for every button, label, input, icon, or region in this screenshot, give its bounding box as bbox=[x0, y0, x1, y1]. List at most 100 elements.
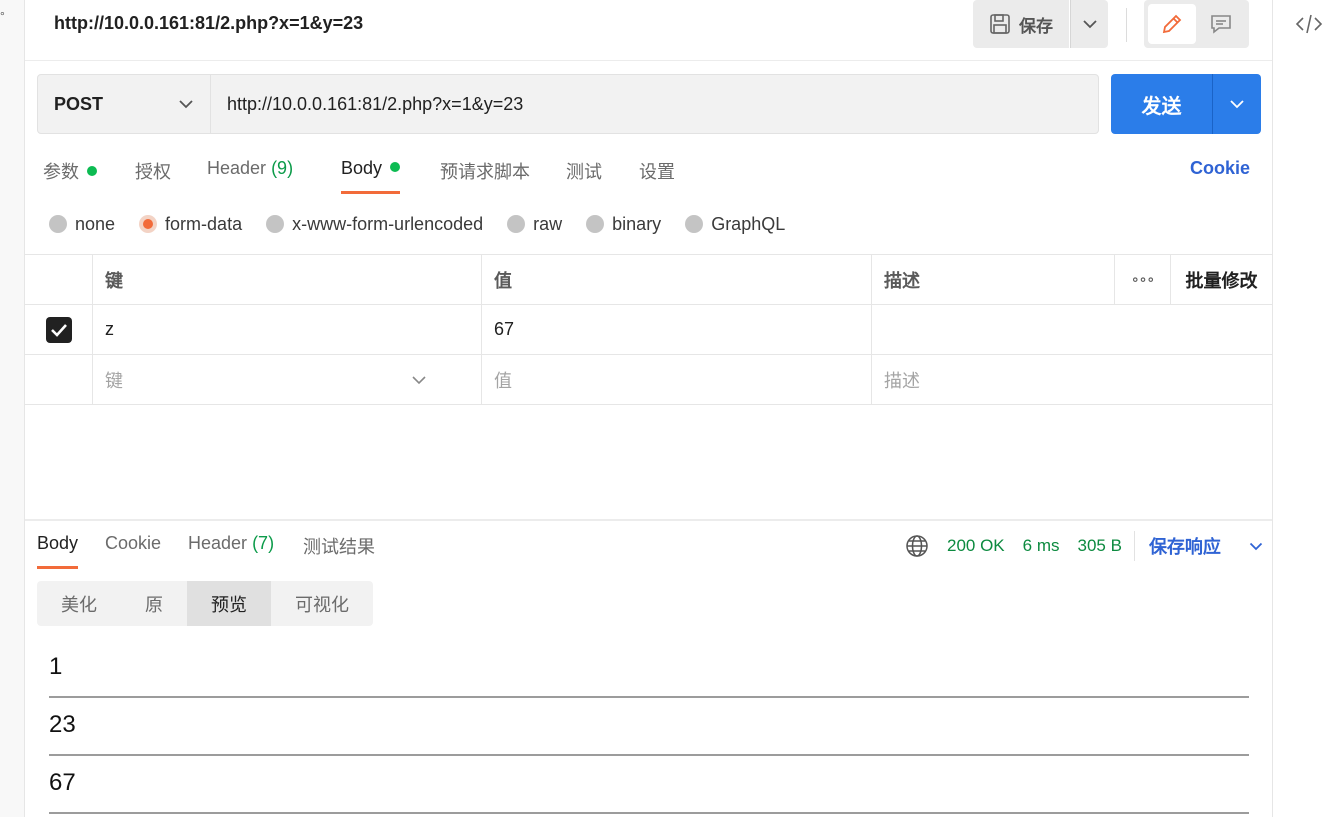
view-mode-preview[interactable]: 预览 bbox=[187, 581, 271, 626]
comment-mode-button[interactable] bbox=[1198, 4, 1246, 44]
edit-mode-button[interactable] bbox=[1148, 4, 1196, 44]
view-mode-pretty[interactable]: 美化 bbox=[37, 581, 121, 626]
pencil-icon bbox=[1162, 14, 1182, 34]
tab-settings[interactable]: 设置 bbox=[639, 158, 675, 194]
radio-label: binary bbox=[612, 213, 662, 234]
request-tab-header: http://10.0.0.161:81/2.php?x=1&y=23 保存 bbox=[25, 0, 1272, 61]
bulk-edit-button[interactable]: 批量修改 bbox=[1171, 255, 1272, 304]
chevron-down-icon bbox=[1082, 20, 1097, 29]
response-tab-header[interactable]: Header (7) bbox=[188, 533, 274, 569]
tab-body[interactable]: Body bbox=[341, 158, 401, 194]
response-pane-resizer[interactable] bbox=[25, 519, 1272, 521]
radio-graphql[interactable]: GraphQL bbox=[685, 214, 785, 235]
table-row: z 67 bbox=[25, 305, 1272, 355]
new-description-input[interactable]: 描述 bbox=[872, 355, 1272, 404]
tab-header[interactable]: Header (9) bbox=[207, 158, 293, 194]
row-key-value: z bbox=[105, 319, 114, 339]
request-line: POST bbox=[37, 74, 1099, 134]
radio-circle-checked bbox=[139, 215, 158, 233]
row-value-cell[interactable]: 67 bbox=[482, 305, 872, 354]
new-value-input[interactable]: 值 bbox=[482, 355, 872, 404]
radio-label: form-data bbox=[165, 213, 243, 234]
radio-circle bbox=[685, 215, 704, 233]
status-code[interactable]: 200 OK bbox=[947, 536, 1005, 556]
radio-form-data[interactable]: form-data bbox=[139, 214, 242, 235]
response-meta: 200 OK 6 ms 305 B 保存响应 bbox=[905, 530, 1263, 562]
response-preview: 1 23 67 bbox=[49, 640, 1249, 814]
row-checkbox[interactable] bbox=[45, 316, 72, 343]
chevron-down-icon bbox=[179, 100, 193, 109]
radio-label: none bbox=[75, 213, 116, 234]
code-icon[interactable] bbox=[1295, 11, 1323, 37]
request-tabs: 参数 授权 Header (9) Body 预请求脚本 测试 设置 Cookie bbox=[25, 150, 1272, 194]
response-view-modes: 美化 原 预览 可视化 bbox=[37, 581, 373, 626]
response-tab-test-results[interactable]: 测试结果 bbox=[303, 533, 375, 569]
sidebar-dot-icon: ° bbox=[0, 9, 5, 23]
tab-params[interactable]: 参数 bbox=[43, 158, 97, 194]
view-mode-raw[interactable]: 原 bbox=[121, 581, 187, 626]
save-options-button[interactable] bbox=[1070, 0, 1108, 48]
tab-auth[interactable]: 授权 bbox=[135, 158, 171, 194]
save-button-label: 保存 bbox=[1019, 16, 1053, 36]
request-tab-title[interactable]: http://10.0.0.161:81/2.php?x=1&y=23 bbox=[54, 13, 363, 34]
tab-header-label: Header bbox=[207, 158, 267, 178]
more-options-button[interactable]: ∘∘∘ bbox=[1115, 255, 1171, 304]
preview-text: 23 bbox=[49, 711, 76, 738]
row-key-cell[interactable]: z bbox=[93, 305, 482, 354]
floppy-disk-icon bbox=[990, 14, 1010, 34]
preview-line: 67 bbox=[49, 756, 1249, 814]
send-button-group: 发送 bbox=[1111, 74, 1261, 134]
more-options-label: ∘∘∘ bbox=[1130, 271, 1155, 287]
method-label: POST bbox=[54, 93, 104, 114]
header-key: 键 bbox=[93, 255, 482, 304]
radio-circle bbox=[266, 215, 285, 233]
save-button[interactable]: 保存 bbox=[973, 0, 1069, 48]
save-response-button[interactable]: 保存响应 bbox=[1149, 533, 1263, 559]
row-description-cell[interactable] bbox=[872, 305, 1272, 354]
method-select[interactable]: POST bbox=[38, 75, 211, 133]
table-header-row: 键 值 描述 ∘∘∘ 批量修改 bbox=[25, 255, 1272, 305]
radio-label: GraphQL bbox=[711, 213, 786, 234]
save-button-group: 保存 bbox=[973, 0, 1108, 48]
row-check-cell bbox=[25, 305, 93, 354]
send-options-button[interactable] bbox=[1212, 74, 1261, 134]
row-check-cell bbox=[25, 355, 93, 404]
globe-icon[interactable] bbox=[905, 534, 929, 558]
response-tab-header-label: Header bbox=[188, 533, 248, 553]
radio-raw[interactable]: raw bbox=[507, 214, 562, 235]
chevron-down-icon bbox=[1230, 100, 1244, 109]
chevron-down-icon bbox=[1249, 542, 1263, 550]
body-indicator-dot bbox=[390, 162, 401, 173]
radio-circle bbox=[586, 215, 605, 233]
response-tab-cookie[interactable]: Cookie bbox=[105, 533, 161, 569]
radio-circle bbox=[507, 215, 526, 233]
form-data-table: 键 值 描述 ∘∘∘ 批量修改 z 67 键 值 描述 bbox=[25, 254, 1272, 405]
header-check-cell bbox=[25, 255, 93, 304]
params-indicator-dot bbox=[87, 166, 97, 177]
response-time[interactable]: 6 ms bbox=[1023, 536, 1060, 556]
view-mode-visualize[interactable]: 可视化 bbox=[271, 581, 373, 626]
tab-params-label: 参数 bbox=[43, 162, 79, 182]
left-sidebar-edge: ° bbox=[0, 0, 25, 817]
preview-line: 1 bbox=[49, 640, 1249, 698]
radio-none[interactable]: none bbox=[49, 214, 115, 235]
header-divider bbox=[1126, 8, 1127, 42]
radio-binary[interactable]: binary bbox=[586, 214, 661, 235]
url-input[interactable] bbox=[211, 75, 1098, 133]
header-value: 值 bbox=[482, 255, 872, 304]
response-size[interactable]: 305 B bbox=[1078, 536, 1122, 556]
send-button[interactable]: 发送 bbox=[1111, 74, 1212, 134]
tab-pre-request-script[interactable]: 预请求脚本 bbox=[440, 158, 530, 194]
body-type-selector: none form-data x-www-form-urlencoded raw… bbox=[49, 210, 809, 238]
cookie-link[interactable]: Cookie bbox=[1190, 158, 1250, 179]
new-key-input[interactable]: 键 bbox=[93, 355, 482, 404]
radio-circle bbox=[49, 215, 67, 233]
preview-text: 1 bbox=[49, 653, 63, 680]
response-tab-body[interactable]: Body bbox=[37, 533, 79, 569]
chevron-down-icon[interactable] bbox=[411, 375, 427, 385]
radio-x-www-form-urlencoded[interactable]: x-www-form-urlencoded bbox=[266, 214, 483, 235]
radio-label: raw bbox=[533, 213, 563, 234]
tab-header-count: (9) bbox=[271, 158, 294, 178]
header-description: 描述 bbox=[872, 255, 1115, 304]
tab-tests[interactable]: 测试 bbox=[566, 158, 602, 194]
